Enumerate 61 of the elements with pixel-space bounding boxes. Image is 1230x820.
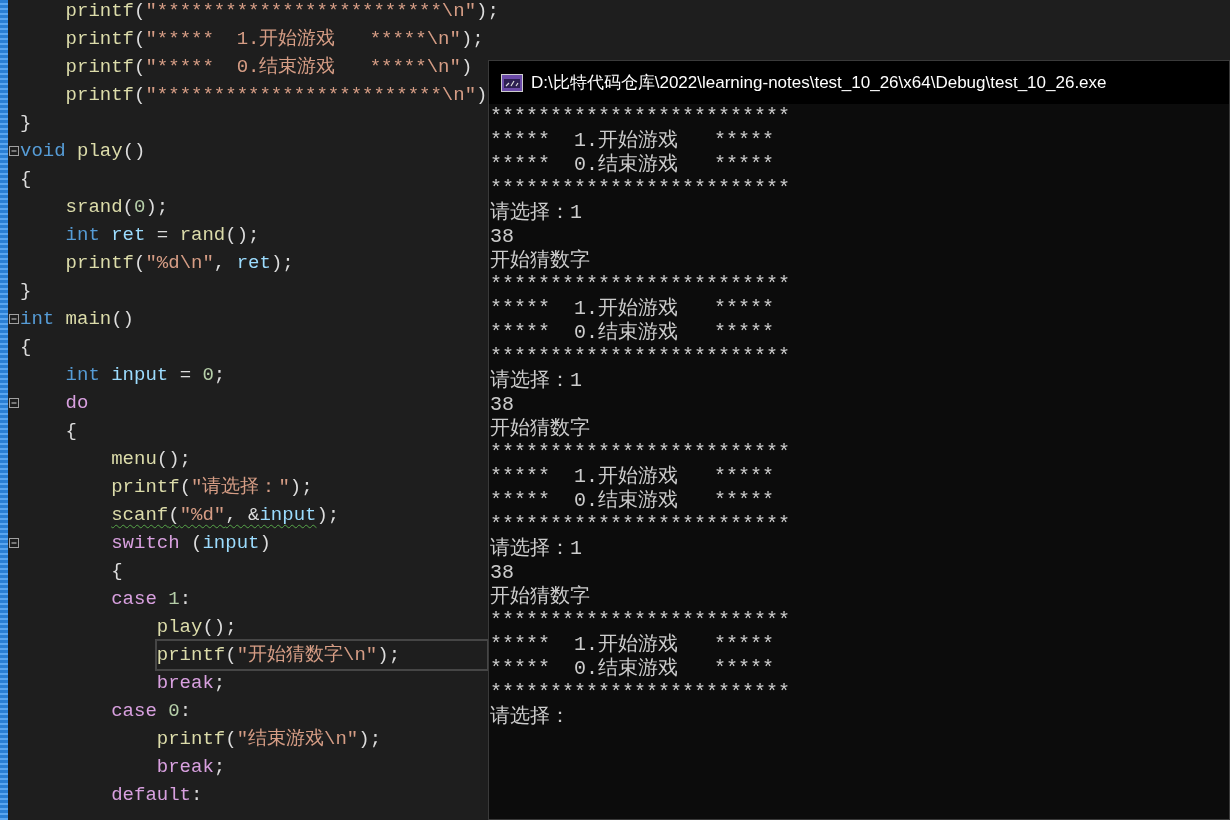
console-output-line: ***** 1.开始游戏 ***** — [490, 129, 775, 153]
code-line: case 0: — [111, 699, 192, 724]
window-title: D:\比特代码仓库\2022\learning-notes\test_10_26\x64\Debug\test_10_26.exe — [531, 71, 1107, 94]
code-line: { — [20, 335, 32, 360]
code-line: int input = 0; — [65, 363, 226, 388]
code-line: printf("开始猜数字\n"); — [156, 641, 487, 669]
code-line: printf("请选择："); — [111, 475, 313, 500]
code-line: printf("***** 1.开始游戏 *****\n"); — [65, 27, 484, 52]
collapse-icon[interactable] — [9, 538, 19, 548]
console-output-line: ***** 0.结束游戏 ***** — [490, 153, 775, 177]
console-output-line: ***** 1.开始游戏 ***** — [490, 297, 775, 321]
code-line: srand(0); — [65, 195, 169, 220]
code-line: } — [20, 279, 32, 304]
code-line: int ret = rand(); — [65, 223, 260, 248]
code-line: switch (input) — [111, 531, 271, 556]
code-line: break; — [156, 755, 226, 780]
console-output-line: ************************* — [490, 513, 791, 537]
console-output-line: ************************* — [490, 609, 791, 633]
code-line: menu(); — [111, 447, 192, 472]
console-output-line: 请选择：1 — [490, 537, 582, 561]
console-output-line: ***** 0.结束游戏 ***** — [490, 321, 775, 345]
console-output-line: 开始猜数字 — [490, 249, 590, 273]
code-line: play(); — [156, 615, 237, 640]
console-icon — [501, 73, 523, 92]
console-output-line: ************************* — [490, 441, 791, 465]
code-line: } — [20, 111, 32, 136]
code-line: do — [65, 391, 89, 416]
console-output-line: ************************* — [490, 345, 791, 369]
code-line: { — [111, 559, 123, 584]
code-line: case 1: — [111, 587, 192, 612]
code-line: scanf("%d", &input); — [111, 503, 340, 528]
console-output-line: 请选择：1 — [490, 369, 582, 393]
code-line: break; — [156, 671, 226, 696]
code-line: { — [20, 167, 32, 192]
console-output-line: 请选择： — [490, 705, 570, 729]
console-output-line: ***** 0.结束游戏 ***** — [490, 657, 775, 681]
code-line: default: — [111, 783, 203, 808]
console-output-line: 请选择：1 — [490, 201, 582, 225]
console-output-line: ************************* — [490, 105, 791, 129]
collapse-icon[interactable] — [9, 314, 19, 324]
console-output-line: 38 — [490, 393, 514, 417]
code-line: printf("***** 0.结束游戏 *****\n") — [65, 55, 473, 80]
code-line: { — [65, 419, 77, 444]
console-output-line: ************************* — [490, 681, 791, 705]
console-output-line: 38 — [490, 561, 514, 585]
code-line: printf("*************************\n") — [65, 83, 488, 108]
code-line: int main() — [20, 307, 135, 332]
console-output-line: 开始猜数字 — [490, 585, 590, 609]
console-output-line: 开始猜数字 — [490, 417, 590, 441]
console-output-line: 38 — [490, 225, 514, 249]
collapse-icon[interactable] — [9, 398, 19, 408]
code-line: printf("%d\n", ret); — [65, 251, 294, 276]
code-line: printf("*************************\n"); — [65, 0, 499, 24]
code-line: void play() — [20, 139, 146, 164]
console-output-line: ***** 1.开始游戏 ***** — [490, 633, 775, 657]
code-line: printf("结束游戏\n"); — [156, 727, 382, 752]
console-output-line: ***** 1.开始游戏 ***** — [490, 465, 775, 489]
console-output-line: ************************* — [490, 273, 791, 297]
collapse-icon[interactable] — [9, 146, 19, 156]
console-output-line: ***** 0.结束游戏 ***** — [490, 489, 775, 513]
console-output-line: ************************* — [490, 177, 791, 201]
